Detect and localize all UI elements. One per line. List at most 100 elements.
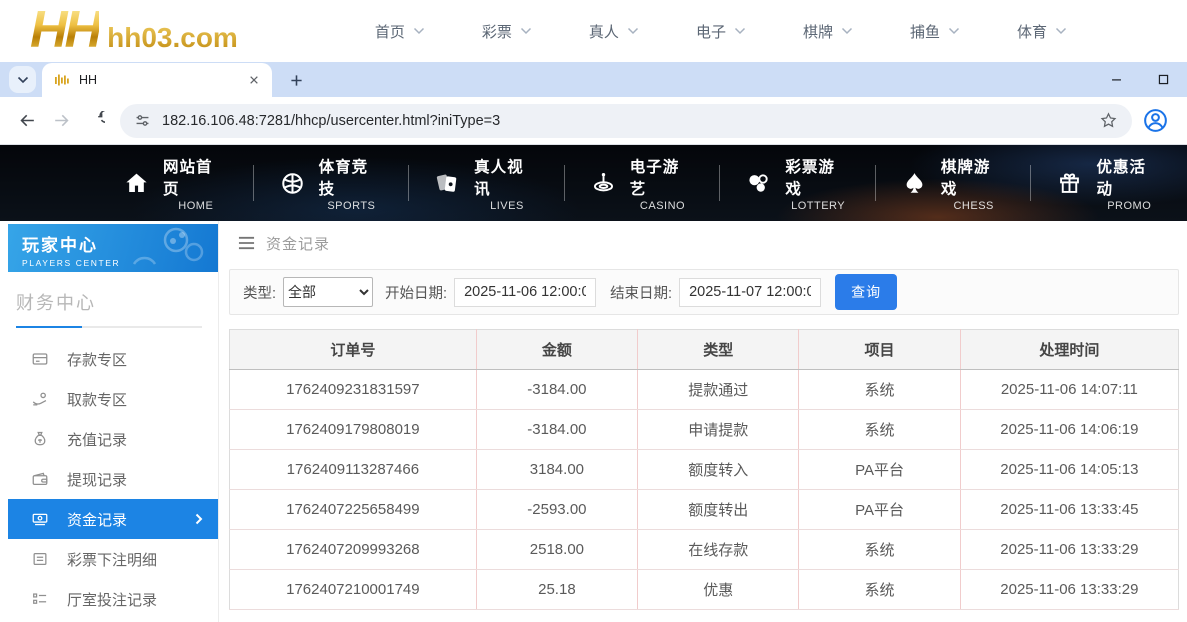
table-cell: 2025-11-06 13:33:29 [960, 530, 1178, 570]
reload-button[interactable] [78, 104, 112, 138]
site-info-icon[interactable] [134, 112, 151, 129]
top-nav-item[interactable]: 体育 [1017, 21, 1067, 42]
gift-icon [1056, 170, 1083, 197]
table-cell: 优惠 [638, 570, 799, 610]
maximize-icon [1157, 73, 1170, 86]
table-header-row: 订单号金额类型项目处理时间 [230, 330, 1179, 370]
moneybag-icon [31, 430, 49, 448]
main-nav-text: 网站首页HOME [163, 155, 229, 212]
main-nav-item[interactable]: 彩票游戏LOTTERY [720, 160, 876, 206]
start-date-input[interactable] [454, 278, 596, 307]
chevron-down-icon [17, 76, 29, 84]
main-nav-label-cn: 彩票游戏 [785, 155, 851, 199]
back-arrow-icon [18, 111, 37, 130]
funds-table-head: 订单号金额类型项目处理时间 [230, 330, 1179, 370]
top-nav-label: 棋牌 [803, 21, 833, 42]
table-cell: 申请提款 [638, 410, 799, 450]
table-cell: 2025-11-06 13:33:29 [960, 570, 1178, 610]
main-nav-item[interactable]: 棋牌游戏CHESS [876, 160, 1032, 206]
table-cell: 1762409179808019 [230, 410, 477, 450]
main-nav-text: 彩票游戏LOTTERY [785, 155, 851, 212]
main-panel: 资金记录 类型: 全部 开始日期: 结束日期: 查询 订单号金额类型项目处理时间… [219, 221, 1187, 622]
main-nav-item[interactable]: 网站首页HOME [98, 160, 254, 206]
forward-button[interactable] [44, 104, 78, 138]
table-cell: 额度转出 [638, 490, 799, 530]
main-nav-label-cn: 优惠活动 [1096, 155, 1162, 199]
table-cell: 系统 [799, 410, 960, 450]
main-nav-item[interactable]: 电子游艺CASINO [565, 160, 721, 206]
back-button[interactable] [10, 104, 44, 138]
main-nav-text: 棋牌游戏CHESS [941, 155, 1007, 212]
sidebar-item[interactable]: 厅室投注记录 [8, 579, 218, 619]
top-nav-item[interactable]: 彩票 [482, 21, 532, 42]
main-nav-label-en: SPORTS [327, 200, 375, 212]
main-nav: 网站首页HOME体育竞技SPORTS真人视讯LIVES电子游艺CASINO彩票游… [0, 145, 1187, 221]
browser-toolbar: 182.16.106.48:7281/hhcp/usercenter.html?… [0, 97, 1187, 145]
sidebar-item[interactable]: 资金记录 [8, 499, 218, 539]
end-date-input[interactable] [679, 278, 821, 307]
withdraw-hand-icon [31, 390, 49, 408]
table-row: 17624091132874663184.00额度转入PA平台2025-11-0… [230, 450, 1179, 490]
top-nav-label: 电子 [696, 21, 726, 42]
top-nav-label: 捕鱼 [910, 21, 940, 42]
main-nav-text: 真人视讯LIVES [474, 155, 540, 212]
table-cell: 1762407210001749 [230, 570, 477, 610]
main-nav-text: 体育竞技SPORTS [319, 155, 385, 212]
table-cell: 1762407225658499 [230, 490, 477, 530]
url-bar[interactable]: 182.16.106.48:7281/hhcp/usercenter.html?… [120, 104, 1132, 138]
table-cell: 1762407209993268 [230, 530, 477, 570]
main-nav-item[interactable]: 优惠活动PROMO [1031, 160, 1187, 206]
type-select[interactable]: 全部 [283, 277, 373, 307]
table-cell: 3184.00 [476, 450, 637, 490]
profile-icon[interactable] [1142, 107, 1169, 134]
bookmark-star-icon[interactable] [1099, 111, 1118, 130]
browser-tab[interactable]: HH [42, 63, 272, 97]
site-logo[interactable]: HH hh03.com [30, 6, 238, 55]
table-cell: -2593.00 [476, 490, 637, 530]
sidebar-item[interactable]: 提现记录 [8, 459, 218, 499]
sidebar-item-label: 充值记录 [67, 429, 127, 450]
chevron-down-icon [1055, 27, 1067, 35]
top-nav-item[interactable]: 首页 [375, 21, 425, 42]
table-cell: 2025-11-06 13:33:45 [960, 490, 1178, 530]
sidebar-item[interactable]: 取款专区 [8, 379, 218, 419]
search-button[interactable]: 查询 [835, 274, 897, 310]
sidebar-item-label: 存款专区 [67, 349, 127, 370]
sidebar-item[interactable]: 充值记录 [8, 419, 218, 459]
sidebar-item-label: 彩票下注明细 [67, 549, 157, 570]
top-nav-label: 真人 [589, 21, 619, 42]
main-nav-text: 优惠活动PROMO [1096, 155, 1162, 212]
table-cell: 2025-11-06 14:06:19 [960, 410, 1178, 450]
top-nav-item[interactable]: 棋牌 [803, 21, 853, 42]
sidebar-item[interactable]: 彩票下注明细 [8, 539, 218, 579]
sidebar-item[interactable]: 存款专区 [8, 339, 218, 379]
table-cell: 2518.00 [476, 530, 637, 570]
sidebar-section: 财务中心 [16, 289, 202, 328]
maximize-button[interactable] [1140, 62, 1187, 97]
sidebar-item-label: 厅室投注记录 [67, 589, 157, 610]
hamburger-icon[interactable] [238, 236, 255, 250]
top-nav-label: 体育 [1017, 21, 1047, 42]
tab-title: HH [79, 73, 237, 87]
table-cell: 系统 [799, 570, 960, 610]
funds-table-body: 1762409231831597-3184.00提款通过系统2025-11-06… [230, 370, 1179, 610]
minimize-button[interactable] [1093, 62, 1140, 97]
new-tab-button[interactable] [282, 66, 310, 94]
tab-search-button[interactable] [9, 66, 36, 93]
table-cell: PA平台 [799, 490, 960, 530]
table-cell: 1762409231831597 [230, 370, 477, 410]
main-nav-item[interactable]: 体育竞技SPORTS [254, 160, 410, 206]
main-nav-item[interactable]: 真人视讯LIVES [409, 160, 565, 206]
sidebar-header: 玩家中心 PLAYERS CENTER [8, 224, 218, 272]
chevron-down-icon [841, 27, 853, 35]
sidebar-item-label: 取款专区 [67, 389, 127, 410]
top-nav: 首页 彩票 真人 电子 棋牌 捕鱼 体育 [375, 21, 1067, 42]
top-nav-item[interactable]: 捕鱼 [910, 21, 960, 42]
top-nav-item[interactable]: 真人 [589, 21, 639, 42]
main-nav-text: 电子游艺CASINO [630, 155, 696, 212]
table-header-cell: 处理时间 [960, 330, 1178, 370]
sidebar-item-label: 资金记录 [67, 509, 127, 530]
table-cell: 2025-11-06 14:05:13 [960, 450, 1178, 490]
tab-close-icon[interactable] [246, 72, 262, 88]
top-nav-item[interactable]: 电子 [696, 21, 746, 42]
